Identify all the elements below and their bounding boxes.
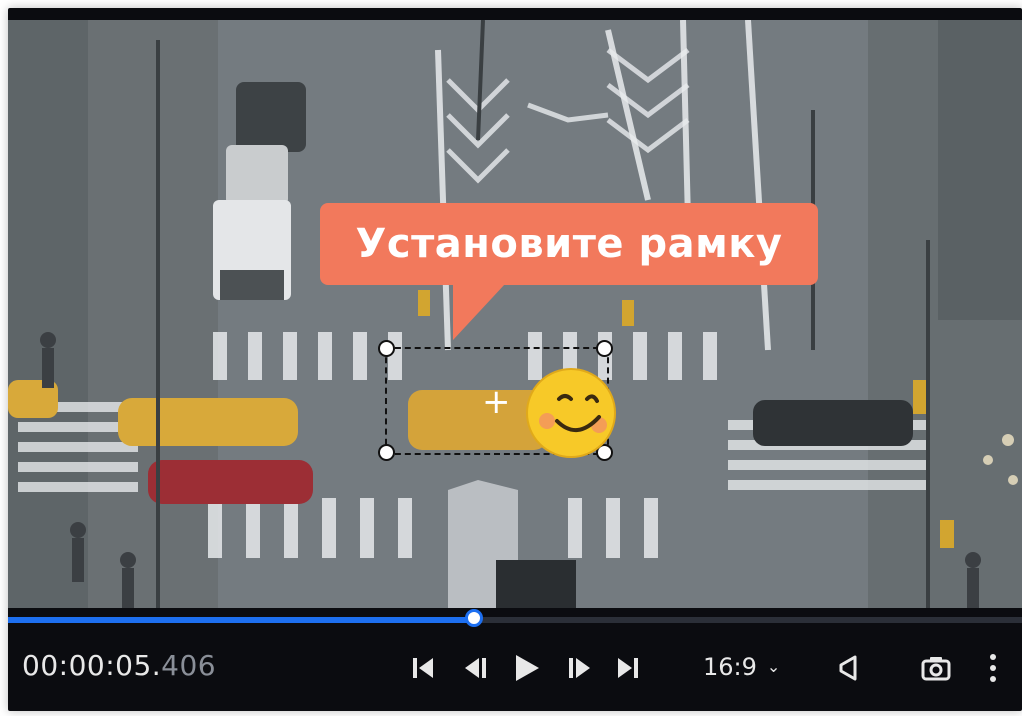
video-preview[interactable]: [8, 20, 1022, 608]
next-frame-icon: [569, 658, 590, 678]
set-frame-tooltip: Установите рамку: [320, 203, 818, 285]
audio-button[interactable]: [828, 648, 868, 688]
play-icon: [516, 655, 539, 681]
aspect-ratio-dropdown[interactable]: 16:9 ⌄: [703, 653, 780, 681]
street-scene-image: [8, 20, 1022, 608]
move-crosshair-icon[interactable]: +: [482, 385, 511, 419]
snapshot-button[interactable]: [916, 648, 956, 688]
next-frame-button[interactable]: [560, 648, 600, 688]
play-button[interactable]: [506, 648, 546, 688]
more-options-button[interactable]: [978, 648, 1008, 688]
previous-frame-button[interactable]: [455, 648, 495, 688]
resize-handle-top-left[interactable]: [378, 340, 395, 357]
more-vertical-icon: [990, 654, 996, 682]
aspect-ratio-value: 16:9: [703, 653, 757, 681]
current-timecode: 00:00:05.406: [22, 649, 216, 682]
skip-to-start-icon: [413, 658, 433, 678]
chevron-down-icon: ⌄: [766, 657, 781, 676]
video-editor-window: Установите рамку + 00:00:05.406 16:9 ⌄: [8, 8, 1022, 711]
timeline-scrubber-handle[interactable]: [465, 609, 484, 627]
audio-icon: [839, 655, 857, 681]
skip-to-start-button[interactable]: [403, 648, 443, 688]
timeline-progress: [8, 617, 475, 623]
skip-to-end-button[interactable]: [608, 648, 648, 688]
smiley-face-icon[interactable]: [523, 365, 619, 466]
previous-frame-icon: [465, 658, 486, 678]
resize-handle-bottom-left[interactable]: [378, 444, 395, 461]
skip-to-end-icon: [618, 658, 638, 678]
timecode-milliseconds: 406: [161, 649, 217, 682]
resize-handle-top-right[interactable]: [596, 340, 613, 357]
tooltip-pointer: [453, 284, 505, 340]
snapshot-camera-icon: [921, 657, 951, 681]
timecode-main: 00:00:05.: [22, 649, 162, 682]
